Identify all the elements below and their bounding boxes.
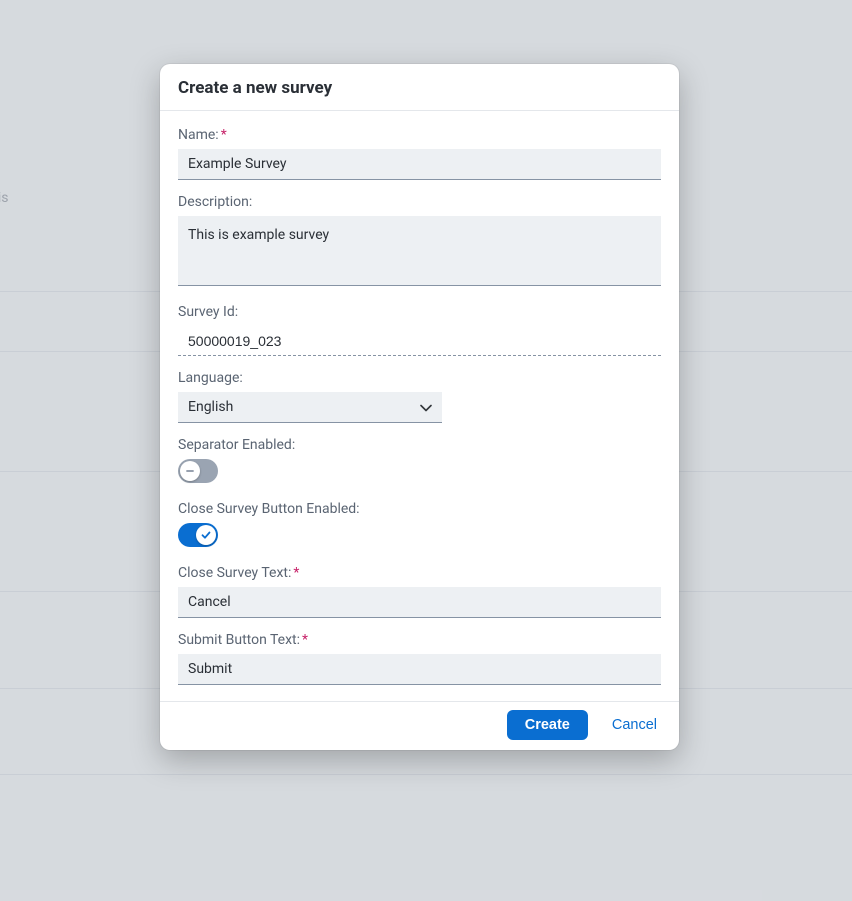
field-submit-button-text: Submit Button Text:* <box>178 632 661 685</box>
dialog-footer: Create Cancel <box>160 701 679 750</box>
field-description: Description: <box>178 194 661 290</box>
submit-button-text-label: Submit Button Text:* <box>178 632 661 648</box>
dialog-body: Name:* Description: Survey Id: Language:… <box>160 111 679 701</box>
description-label: Description: <box>178 194 661 210</box>
description-input[interactable] <box>178 216 661 286</box>
submit-button-text-input[interactable] <box>178 654 661 685</box>
dialog-title: Create a new survey <box>160 64 679 111</box>
field-close-survey-text: Close Survey Text:* <box>178 565 661 618</box>
close-button-enabled-label: Close Survey Button Enabled: <box>178 501 661 517</box>
required-marker: * <box>221 127 227 143</box>
field-name: Name:* <box>178 127 661 180</box>
cancel-button[interactable]: Cancel <box>608 711 661 739</box>
close-survey-text-input[interactable] <box>178 587 661 618</box>
survey-id-value <box>178 326 661 356</box>
required-marker: * <box>302 632 308 648</box>
name-label: Name:* <box>178 127 661 143</box>
separator-enabled-toggle[interactable] <box>178 459 218 483</box>
field-language: Language: English <box>178 370 661 423</box>
language-select[interactable]: English <box>178 392 442 423</box>
create-button[interactable]: Create <box>507 710 588 740</box>
toggle-on-icon <box>200 529 212 541</box>
separator-enabled-label: Separator Enabled: <box>178 437 661 453</box>
field-close-button-enabled: Close Survey Button Enabled: <box>178 501 661 551</box>
field-separator-enabled: Separator Enabled: <box>178 437 661 487</box>
survey-id-label: Survey Id: <box>178 304 661 320</box>
toggle-off-icon <box>185 466 195 476</box>
create-survey-dialog: Create a new survey Name:* Description: … <box>160 64 679 750</box>
close-survey-text-label: Close Survey Text:* <box>178 565 661 581</box>
field-survey-id: Survey Id: <box>178 304 661 356</box>
close-button-enabled-toggle[interactable] <box>178 523 218 547</box>
language-label: Language: <box>178 370 661 386</box>
required-marker: * <box>293 565 299 581</box>
name-input[interactable] <box>178 149 661 180</box>
